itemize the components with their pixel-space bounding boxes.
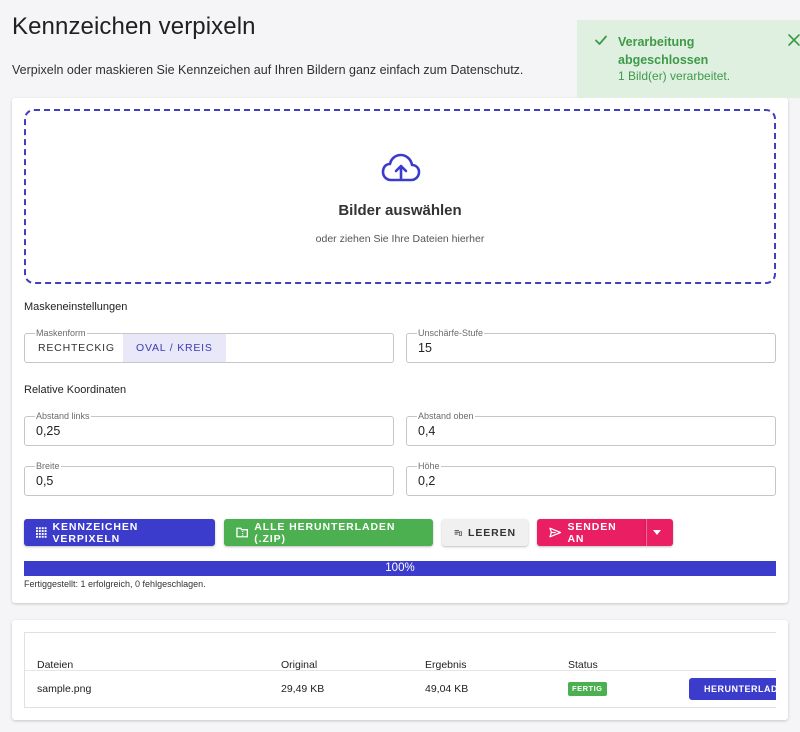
cell-result-size: 49,04 KB [425,683,469,695]
send-to-label: SENDEN AN [567,520,617,545]
mask-settings-heading: Maskeneinstellungen [24,301,128,313]
shape-option-oval[interactable]: OVAL / KREIS [123,334,226,362]
height-input[interactable] [407,467,775,495]
success-toast: Verarbeitung abgeschlossen 1 Bild(er) ve… [577,20,800,98]
top-offset-field: Abstand oben [406,410,776,446]
mask-shape-label: Maskenform [35,327,87,339]
page-subtitle: Verpixeln oder maskieren Sie Kennzeichen… [12,63,524,77]
header-divider [25,670,776,671]
main-card: Bilder auswählen oder ziehen Sie Ihre Da… [12,98,788,603]
row-download-label: HERUNTERLADEN [704,684,776,694]
left-offset-input[interactable] [25,417,393,445]
width-field: Breite [24,460,394,496]
coordinates-heading: Relative Koordinaten [24,384,127,396]
file-dropzone[interactable]: Bilder auswählen oder ziehen Sie Ihre Da… [24,109,776,284]
progress-label: 100% [385,562,415,574]
toast-message: 1 Bild(er) verarbeitet. [618,69,731,83]
clear-all-icon [454,529,462,536]
blur-level-input[interactable] [407,334,775,362]
cell-file: sample.png [37,683,92,695]
send-to-dropdown-button[interactable] [646,519,673,546]
toast-title: Verarbeitung abgeschlossen [618,35,709,67]
dropzone-subtitle: oder ziehen Sie Ihre Dateien hierher [315,233,485,245]
height-field: Höhe [406,460,776,496]
row-download-button[interactable]: HERUNTERLADEN [689,678,776,700]
progress-note: Fertiggestellt: 1 erfolgreich, 0 fehlges… [24,579,206,589]
progress-bar: 100% [24,561,776,576]
zip-folder-icon [236,527,248,538]
page-title: Kennzeichen verpixeln [12,13,256,40]
width-input[interactable] [25,467,393,495]
results-table: Dateien Original Ergebnis Status sample.… [24,632,776,708]
check-icon [595,35,607,45]
blur-level-field: Unschärfe-Stufe [406,327,776,363]
left-offset-field: Abstand links [24,410,394,446]
download-all-label: ALLE HERUNTERLADEN (.ZIP) [254,520,396,545]
send-to-button[interactable]: SENDEN AN [537,519,646,546]
results-card: Dateien Original Ergebnis Status sample.… [12,620,788,720]
clear-button[interactable]: LEEREN [442,519,528,546]
download-all-button[interactable]: ALLE HERUNTERLADEN (.ZIP) [224,519,433,546]
grid-icon [36,527,47,538]
pixelate-button-label: KENNZEICHEN VERPIXELN [52,520,139,545]
caret-down-icon [653,530,661,535]
close-icon[interactable] [787,33,800,47]
cell-original-size: 29,49 KB [281,683,325,695]
send-icon [549,527,562,538]
status-badge: FERTIG [568,682,607,696]
clear-button-label: LEEREN [468,526,516,539]
top-offset-input[interactable] [407,417,775,445]
cloud-upload-icon [381,153,421,182]
mask-shape-toggle: Maskenform RECHTECKIG OVAL / KREIS [24,327,394,363]
pixelate-button[interactable]: KENNZEICHEN VERPIXELN [24,519,215,546]
dropzone-title: Bilder auswählen [338,202,462,219]
